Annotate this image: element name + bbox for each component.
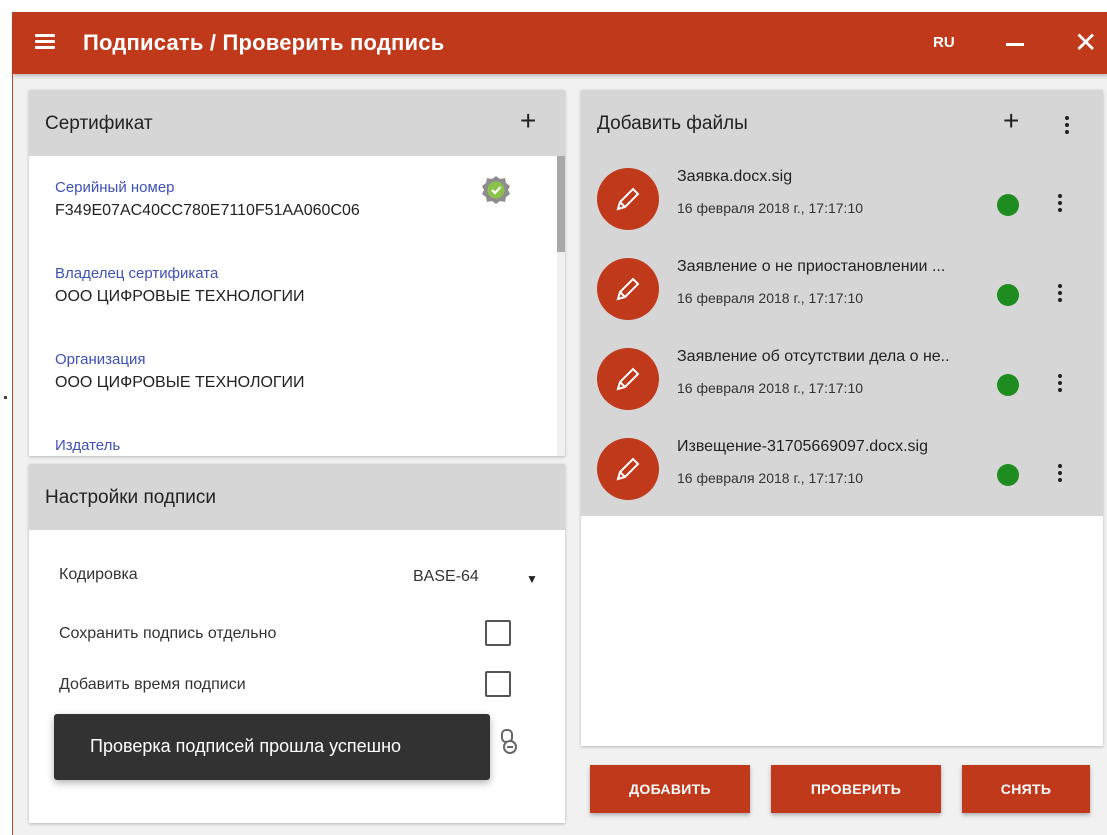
scrollbar-thumb[interactable] — [557, 156, 565, 252]
toast-notification: Проверка подписей прошла успешно — [54, 714, 490, 780]
owner-label: Владелец сертификата — [55, 265, 219, 282]
status-ok-icon — [997, 374, 1019, 396]
minimize-icon[interactable] — [1006, 43, 1024, 46]
file-item[interactable]: Заявление об отсутствии дела о не.. 16 ф… — [581, 336, 1103, 426]
settings-header: Настройки подписи — [29, 464, 565, 530]
file-avatar — [597, 348, 659, 410]
save-detached-checkbox[interactable] — [485, 620, 511, 646]
file-menu-icon[interactable] — [1058, 194, 1062, 215]
file-name: Заявление об отсутствии дела о не.. — [677, 348, 950, 365]
pencil-icon — [616, 457, 640, 481]
certificate-header: Сертификат + — [29, 90, 565, 156]
file-avatar — [597, 438, 659, 500]
add-button[interactable]: ДОБАВИТЬ — [590, 765, 750, 813]
file-menu-icon[interactable] — [1058, 284, 1062, 305]
pencil-icon — [616, 367, 640, 391]
app-bar: Подписать / Проверить подпись RU ✕ — [13, 12, 1107, 74]
file-date: 16 февраля 2018 г., 17:17:10 — [677, 290, 864, 306]
settings-title: Настройки подписи — [45, 487, 216, 508]
serial-number-field: Серийный номер F349E07AC40CC780E7110F51A… — [55, 179, 360, 220]
organization-value: ООО ЦИФРОВЫЕ ТЕХНОЛОГИИ — [55, 374, 305, 391]
files-header: Добавить файлы + — [581, 90, 1103, 156]
file-item[interactable]: Заявка.docx.sig 16 февраля 2018 г., 17:1… — [581, 156, 1103, 246]
save-detached-label: Сохранить подпись отдельно — [59, 625, 277, 642]
encoding-label: Кодировка — [59, 566, 138, 583]
pencil-icon — [616, 277, 640, 301]
file-menu-icon[interactable] — [1058, 374, 1062, 395]
file-name: Извещение-31705669097.docx.sig — [677, 438, 928, 455]
certificate-details: Серийный номер F349E07AC40CC780E7110F51A… — [29, 156, 565, 456]
page-title: Подписать / Проверить подпись — [83, 30, 445, 55]
serial-number-value: F349E07AC40CC780E7110F51AA060C06 — [55, 202, 360, 219]
gear-check-icon — [482, 176, 510, 204]
status-ok-icon — [997, 464, 1019, 486]
file-avatar — [597, 168, 659, 230]
dropdown-arrow-icon[interactable]: ▼ — [526, 572, 538, 586]
status-ok-icon — [997, 284, 1019, 306]
file-item[interactable]: Извещение-31705669097.docx.sig 16 феврал… — [581, 426, 1103, 516]
file-avatar — [597, 258, 659, 320]
verify-button[interactable]: ПРОВЕРИТЬ — [771, 765, 941, 813]
organization-label: Организация — [55, 351, 146, 368]
edge-mark — [4, 396, 7, 399]
add-time-label: Добавить время подписи — [59, 676, 246, 693]
certificate-scrollbar[interactable] — [557, 156, 565, 456]
certificate-card: Сертификат + Серийный номер F349E07AC40C… — [29, 90, 565, 456]
file-date: 16 февраля 2018 г., 17:17:10 — [677, 470, 864, 486]
status-ok-icon — [997, 194, 1019, 216]
issuer-label: Издатель — [55, 437, 121, 454]
hamburger-menu-icon[interactable] — [35, 34, 55, 50]
remove-button[interactable]: СНЯТЬ — [962, 765, 1090, 813]
app-window: Подписать / Проверить подпись RU ✕ Серти… — [12, 12, 1107, 835]
file-menu-icon[interactable] — [1058, 464, 1062, 485]
add-file-button[interactable]: + — [1003, 106, 1019, 136]
pencil-icon — [616, 187, 640, 211]
lock-icon[interactable] — [499, 726, 517, 756]
add-time-checkbox[interactable] — [485, 671, 511, 697]
toast-message: Проверка подписей прошла успешно — [90, 736, 402, 756]
close-icon[interactable]: ✕ — [1074, 29, 1097, 57]
encoding-select[interactable]: BASE-64 — [413, 568, 479, 586]
files-menu-icon[interactable] — [1065, 116, 1069, 137]
file-date: 16 февраля 2018 г., 17:17:10 — [677, 380, 864, 396]
serial-number-label: Серийный номер — [55, 179, 175, 196]
certificate-title: Сертификат — [45, 113, 153, 134]
file-list: Заявка.docx.sig 16 февраля 2018 г., 17:1… — [581, 156, 1103, 516]
owner-field: Владелец сертификата ООО ЦИФРОВЫЕ ТЕХНОЛ… — [55, 265, 305, 306]
file-name: Заявка.docx.sig — [677, 168, 793, 185]
files-card: Добавить файлы + Заявка.docx.sig 16 февр… — [581, 90, 1103, 746]
organization-field: Организация ООО ЦИФРОВЫЕ ТЕХНОЛОГИИ — [55, 351, 305, 392]
owner-value: ООО ЦИФРОВЫЕ ТЕХНОЛОГИИ — [55, 288, 305, 305]
file-name: Заявление о не приостановлении ... — [677, 258, 946, 275]
file-date: 16 февраля 2018 г., 17:17:10 — [677, 200, 864, 216]
issuer-field: Издатель — [55, 437, 120, 454]
add-certificate-button[interactable]: + — [520, 106, 536, 136]
files-title: Добавить файлы — [597, 113, 748, 134]
file-item[interactable]: Заявление о не приостановлении ... 16 фе… — [581, 246, 1103, 336]
language-switch[interactable]: RU — [933, 34, 955, 51]
